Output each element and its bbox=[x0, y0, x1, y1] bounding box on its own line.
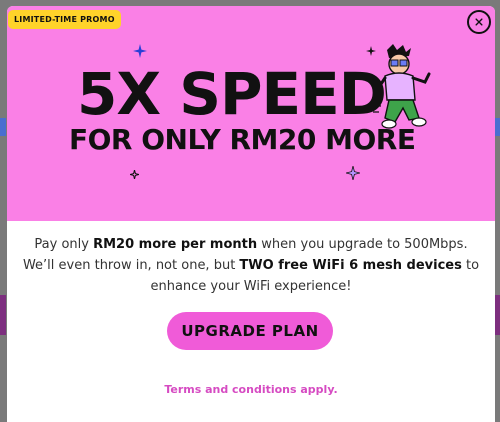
background-strip bbox=[0, 118, 6, 136]
sparkle-icon bbox=[130, 170, 139, 179]
background-strip bbox=[0, 295, 6, 335]
description-text: Pay only bbox=[34, 237, 94, 252]
promo-modal: LIMITED-TIME PROMO 5X SPEED FOR ONLY RM2… bbox=[7, 6, 495, 422]
description-bold: TWO free WiFi 6 mesh devices bbox=[239, 258, 462, 273]
terms-link[interactable]: Terms and conditions apply bbox=[164, 383, 333, 396]
sparkle-icon bbox=[346, 166, 360, 180]
description-bold: RM20 more per month bbox=[93, 237, 258, 252]
promo-description: Pay only RM20 more per month when you up… bbox=[21, 234, 481, 297]
promo-subheadline: FOR ONLY RM20 MORE bbox=[69, 123, 416, 156]
terms-period: . bbox=[333, 383, 338, 396]
close-icon bbox=[475, 18, 483, 26]
close-button[interactable] bbox=[467, 10, 491, 34]
promo-headline: 5X SPEED bbox=[77, 60, 387, 128]
promo-hero: LIMITED-TIME PROMO 5X SPEED FOR ONLY RM2… bbox=[7, 6, 495, 221]
upgrade-plan-button[interactable]: UPGRADE PLAN bbox=[167, 312, 333, 350]
sparkle-icon bbox=[133, 44, 147, 58]
promo-badge: LIMITED-TIME PROMO bbox=[8, 10, 121, 29]
terms-line: Terms and conditions apply. bbox=[7, 383, 495, 396]
